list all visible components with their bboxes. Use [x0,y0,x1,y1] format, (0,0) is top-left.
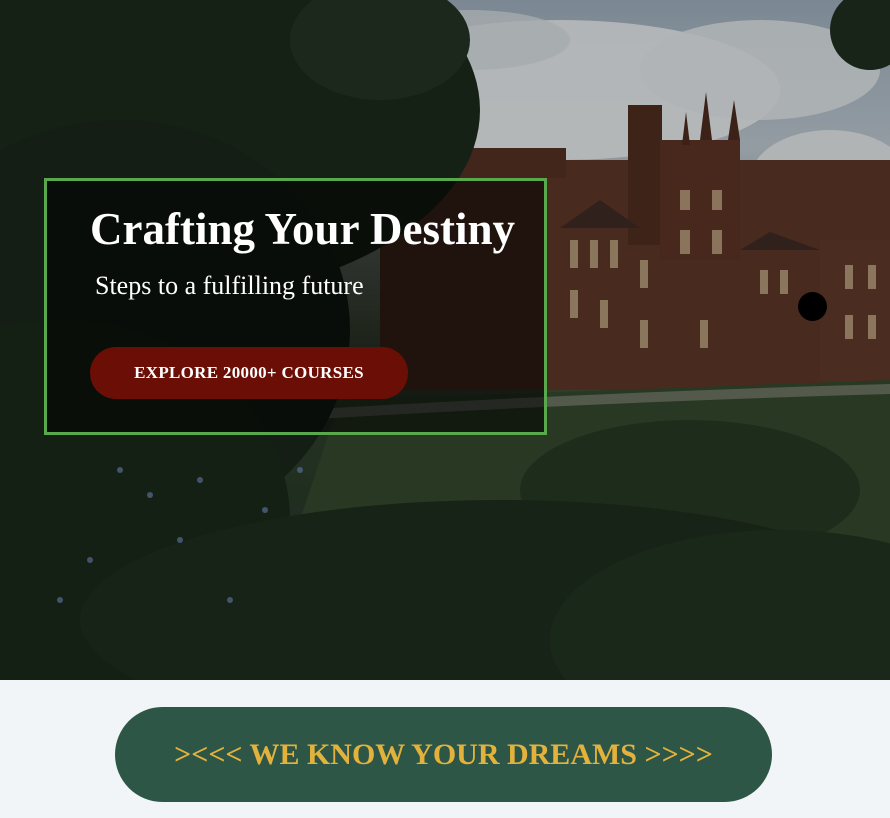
hero-subtitle: Steps to a fulfilling future [95,271,364,300]
hero-overlay-card: Crafting Your Destiny Steps to a fulfill… [44,178,547,435]
dreams-banner[interactable]: ><<< WE KNOW YOUR DREAMS >>>> [115,707,772,802]
hero-title: Crafting Your Destiny [90,204,515,254]
hero-section: Crafting Your Destiny Steps to a fulfill… [0,0,890,680]
slider-dot[interactable] [798,292,827,321]
dreams-banner-text: ><<< WE KNOW YOUR DREAMS >>>> [174,737,713,771]
explore-courses-button[interactable]: EXPLORE 20000+ COURSES [90,347,408,399]
